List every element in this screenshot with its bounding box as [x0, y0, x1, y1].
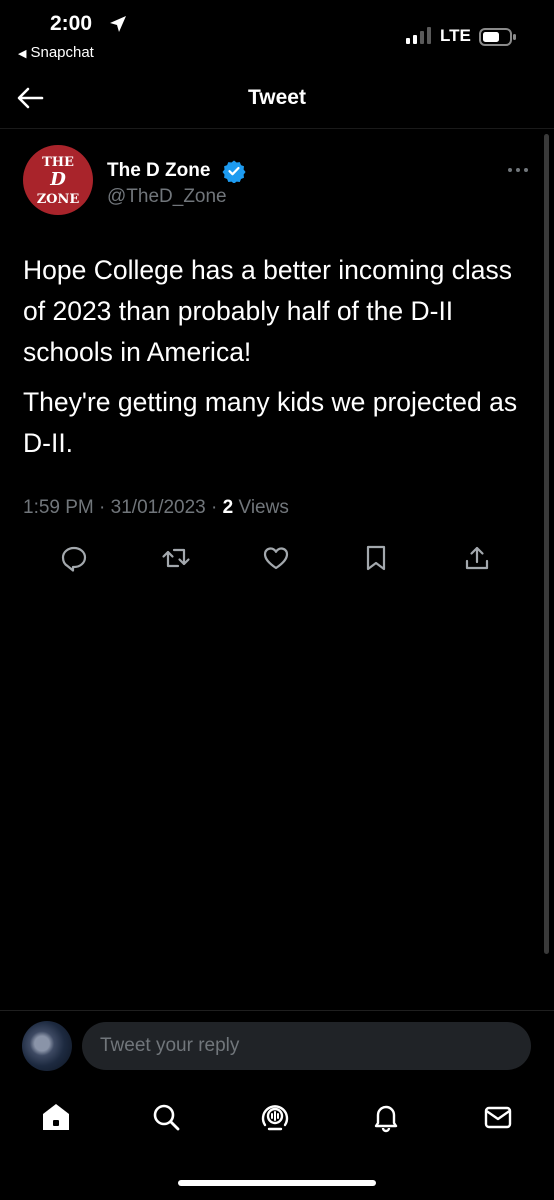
avatar-text-top: THE [42, 155, 74, 170]
tweet-meta: 1:59 PM · 31/01/2023 · 2 Views [23, 497, 289, 518]
more-options-icon[interactable] [505, 160, 531, 180]
header-divider [0, 128, 554, 129]
author-name[interactable]: The D Zone [107, 160, 210, 182]
network-type: LTE [440, 26, 471, 45]
verified-badge-icon [222, 160, 246, 183]
spaces-icon [261, 1105, 289, 1131]
tweet-text-paragraph: Hope College has a better incoming class… [23, 255, 513, 367]
cell-signal-icon [406, 27, 431, 44]
tab-notifications[interactable] [369, 1100, 403, 1134]
author-avatar[interactable]: THE D ZONE [23, 145, 93, 215]
tab-spaces[interactable] [258, 1100, 292, 1134]
status-time: 2:00 [50, 12, 93, 35]
bookmark-button[interactable] [361, 543, 391, 573]
home-indicator[interactable] [178, 1180, 376, 1186]
user-avatar[interactable] [22, 1021, 72, 1071]
retweet-icon [162, 548, 190, 568]
retweet-button[interactable] [161, 543, 191, 573]
reply-button[interactable] [59, 543, 89, 573]
tab-search[interactable] [149, 1100, 183, 1134]
reply-input[interactable] [82, 1022, 531, 1070]
avatar-text-mid: D [50, 169, 66, 190]
author-handle[interactable]: @TheD_Zone [107, 186, 227, 208]
reply-icon [61, 546, 87, 572]
scrollbar[interactable] [544, 134, 549, 954]
search-icon [153, 1104, 180, 1131]
messages-icon [484, 1106, 512, 1129]
back-to-app-link[interactable]: ◀ Snapchat [18, 44, 94, 61]
back-triangle-icon: ◀ [18, 48, 27, 60]
like-button[interactable] [261, 543, 291, 573]
home-icon [43, 1104, 69, 1130]
views-count: 2 [222, 497, 234, 518]
back-app-label: Snapchat [30, 44, 94, 61]
views-label: Views [238, 497, 289, 518]
location-arrow-icon [110, 16, 126, 32]
avatar-text-bottom: ZONE [36, 192, 80, 207]
tab-messages[interactable] [481, 1100, 515, 1134]
share-button[interactable] [462, 543, 492, 573]
bookmark-icon [366, 545, 386, 571]
like-icon [263, 547, 289, 570]
reply-divider [0, 1010, 554, 1011]
tweet-date[interactable]: 31/01/2023 [111, 497, 206, 518]
battery-icon [479, 28, 516, 46]
tweet-text-paragraph: They're getting many kids we projected a… [23, 387, 518, 458]
share-icon [465, 546, 489, 570]
tweet-time[interactable]: 1:59 PM [23, 497, 94, 518]
page-title: Tweet [248, 86, 306, 109]
tab-home[interactable] [39, 1100, 73, 1134]
notifications-icon [374, 1105, 398, 1133]
